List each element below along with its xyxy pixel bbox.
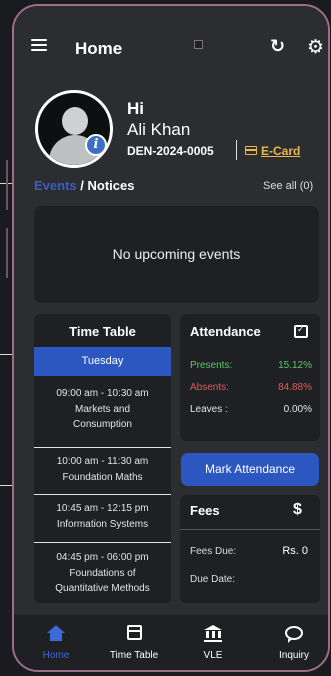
absents-label: Absents:	[190, 382, 229, 393]
entry-subject: Information Systems	[56, 519, 149, 530]
refresh-icon[interactable]: ↻	[270, 36, 285, 57]
attendance-title: Attendance	[190, 324, 261, 339]
nav-vle[interactable]: VLE	[198, 625, 228, 661]
page-title: Home	[75, 39, 123, 58]
status-glyph-icon	[194, 40, 203, 49]
timetable-entry: 09:00 am - 10:30 am Markets and Consumpt…	[34, 386, 171, 432]
divider	[236, 140, 237, 160]
bottom-nav: Home Time Table VLE Inquiry	[14, 614, 328, 670]
leaves-label: Leaves :	[190, 404, 228, 415]
absents-value: 84.88%	[278, 382, 312, 393]
entry-subject: Markets and Consumption	[73, 404, 132, 430]
mark-attendance-button[interactable]: Mark Attendance	[181, 453, 319, 486]
student-id: DEN-2024-0005	[127, 144, 214, 158]
frame-accent	[6, 160, 8, 210]
nav-time-table-label: Time Table	[109, 650, 159, 661]
attendance-card[interactable]: Attendance Presents: 15.12% Absents: 84.…	[180, 314, 320, 441]
nav-inquiry-label: Inquiry	[278, 650, 309, 661]
divider	[34, 447, 171, 448]
entry-time: 10:45 am - 12:15 pm	[56, 503, 149, 514]
app-bar: Home ↻ ⚙	[14, 6, 328, 78]
menu-icon[interactable]	[31, 39, 47, 51]
fees-title: Fees	[190, 503, 220, 518]
entry-time: 09:00 am - 10:30 am	[56, 388, 149, 399]
connector-line	[0, 485, 12, 486]
nav-vle-label: VLE	[203, 650, 223, 661]
tab-notices[interactable]: Notices	[88, 178, 135, 193]
divider	[34, 542, 171, 543]
nav-home[interactable]: Home	[38, 625, 74, 661]
entry-subject: Foundation Maths	[62, 472, 143, 483]
calendar-icon	[126, 625, 142, 640]
empty-events-message: No upcoming events	[112, 246, 241, 262]
entry-subject: Foundations of Quantitative Methods	[55, 568, 150, 594]
dollar-icon: $	[293, 501, 302, 518]
tab-separator: /	[80, 178, 84, 193]
user-name: Ali Khan	[127, 120, 191, 139]
card-icon	[245, 146, 257, 155]
gear-icon[interactable]: ⚙	[307, 36, 324, 59]
phone-frame: Home ↻ ⚙ i Hi Ali Khan DEN-2024-0005 E-C…	[12, 4, 330, 672]
timetable-entry: 10:00 am - 11:30 am Foundation Maths	[34, 454, 171, 485]
events-notices-tabs: Events / Notices	[34, 178, 134, 193]
nav-time-table[interactable]: Time Table	[100, 625, 168, 661]
avatar[interactable]	[35, 90, 113, 168]
due-date-label: Due Date:	[190, 574, 236, 585]
timetable-card[interactable]: Time Table Tuesday 09:00 am - 10:30 am M…	[34, 314, 171, 603]
events-panel: No upcoming events	[34, 206, 319, 303]
see-all-link[interactable]: See all (0)	[263, 180, 313, 192]
nav-inquiry[interactable]: Inquiry	[269, 625, 319, 661]
timetable-day: Tuesday	[34, 347, 171, 376]
frame-accent	[6, 228, 8, 278]
timetable-entry: 04:45 pm - 06:00 pm Foundations of Quant…	[34, 550, 171, 596]
timetable-title: Time Table	[69, 324, 136, 339]
presents-label: Presents:	[190, 360, 233, 371]
timetable-entry: 10:45 am - 12:15 pm Information Systems	[34, 501, 171, 532]
ecard-label: E-Card	[261, 144, 301, 158]
home-icon	[47, 625, 65, 641]
fees-due-label: Fees Due:	[190, 546, 237, 557]
calendar-check-icon	[294, 324, 308, 338]
bank-icon	[204, 625, 222, 642]
ecard-link[interactable]: E-Card	[245, 144, 300, 158]
fees-due-row: Fees Due: Rs. 0	[190, 545, 308, 557]
tab-events[interactable]: Events	[34, 178, 77, 193]
avatar-head	[62, 107, 88, 135]
screen: Home ↻ ⚙ i Hi Ali Khan DEN-2024-0005 E-C…	[0, 0, 331, 676]
greeting: Hi	[127, 99, 144, 118]
divider	[34, 494, 171, 495]
connector-line	[0, 354, 12, 355]
nav-home-label: Home	[42, 650, 70, 661]
chat-icon	[285, 626, 303, 643]
divider	[180, 529, 320, 530]
info-icon[interactable]: i	[85, 134, 107, 156]
fees-card[interactable]: Fees $ Fees Due: Rs. 0 Due Date:	[180, 495, 320, 603]
fees-due-value: Rs. 0	[282, 545, 308, 557]
leaves-value: 0.00%	[283, 404, 312, 415]
entry-time: 10:00 am - 11:30 am	[56, 456, 149, 467]
presents-value: 15.12%	[278, 360, 312, 371]
entry-time: 04:45 pm - 06:00 pm	[56, 552, 149, 563]
